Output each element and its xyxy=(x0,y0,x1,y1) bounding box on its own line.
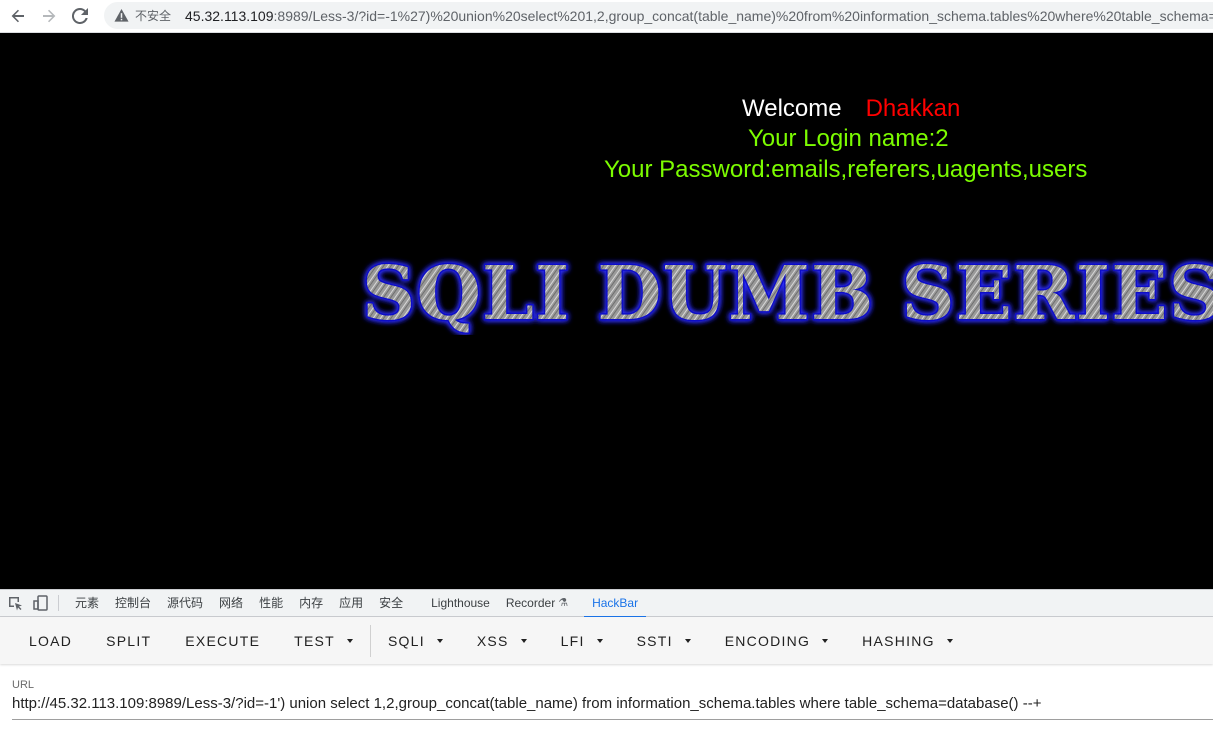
address-bar[interactable]: 不安全 45.32.113.109:8989/Less-3/?id=-1%27)… xyxy=(104,2,1213,29)
url-field-label: URL xyxy=(12,679,35,691)
ssti-label: SSTI xyxy=(636,632,673,649)
user-name: Dhakkan xyxy=(865,95,961,122)
tab-lighthouse[interactable]: Lighthouse xyxy=(423,590,498,617)
tab-divider xyxy=(58,595,59,611)
reload-button[interactable] xyxy=(67,3,93,29)
browser-toolbar: 不安全 45.32.113.109:8989/Less-3/?id=-1%27)… xyxy=(0,0,1213,33)
warning-icon[interactable] xyxy=(114,8,129,24)
tab-console[interactable]: 控制台 xyxy=(107,590,159,617)
device-icon xyxy=(33,595,48,611)
tab-memory[interactable]: 内存 xyxy=(291,590,331,617)
xss-label: XSS xyxy=(476,632,509,649)
caret-down-icon xyxy=(946,638,953,643)
banner-text: SQLI DUMB SERIES xyxy=(362,251,1213,335)
load-button[interactable]: LOAD xyxy=(12,623,89,659)
url-field: URL http://45.32.113.109:8989/Less-3/?id… xyxy=(12,679,1213,720)
split-label: SPLIT xyxy=(106,632,152,649)
execute-button[interactable]: EXECUTE xyxy=(168,623,277,659)
welcome-line: Welcome Dhakkan xyxy=(742,95,960,123)
password-text: Your Password:emails,referers,uagents,us… xyxy=(604,156,1088,183)
login-name-text: Your Login name:2 xyxy=(748,125,949,152)
reload-icon xyxy=(72,8,88,24)
tab-sources[interactable]: 源代码 xyxy=(159,590,211,617)
tab-elements[interactable]: 元素 xyxy=(67,590,107,617)
lfi-label: LFI xyxy=(560,632,585,649)
inspect-element-button[interactable] xyxy=(4,592,26,614)
split-button[interactable]: SPLIT xyxy=(89,623,168,659)
devtools-tabbar: 元素 控制台 源代码 网络 性能 内存 应用 安全 Lighthouse Rec… xyxy=(0,589,1213,618)
tab-security[interactable]: 安全 xyxy=(371,590,411,617)
ssti-dropdown[interactable]: SSTI xyxy=(620,623,708,659)
tab-application[interactable]: 应用 xyxy=(331,590,371,617)
encoding-label: ENCODING xyxy=(724,632,811,649)
welcome-text: Welcome xyxy=(742,95,842,122)
load-label: LOAD xyxy=(29,632,73,649)
caret-down-icon xyxy=(596,638,603,643)
encoding-dropdown[interactable]: ENCODING xyxy=(708,623,845,659)
lfi-dropdown[interactable]: LFI xyxy=(544,623,620,659)
back-button[interactable] xyxy=(5,3,31,29)
caret-down-icon xyxy=(520,638,527,643)
flask-icon: ⚗ xyxy=(558,596,569,609)
caret-down-icon xyxy=(436,638,443,643)
tab-recorder-label: Recorder xyxy=(505,595,556,610)
arrow-left-icon xyxy=(11,9,24,23)
tab-recorder[interactable]: Recorder ⚗ xyxy=(498,590,576,617)
xss-dropdown[interactable]: XSS xyxy=(460,623,544,659)
tab-network[interactable]: 网络 xyxy=(211,590,251,617)
caret-down-icon xyxy=(822,638,829,643)
tab-performance[interactable]: 性能 xyxy=(251,590,291,617)
url-host: 45.32.113.109 xyxy=(185,7,274,24)
inspect-icon xyxy=(9,597,22,611)
test-dropdown[interactable]: TEST xyxy=(277,623,370,659)
hackbar-panel: LOAD SPLIT EXECUTE TEST SQLI XSS LFI SST… xyxy=(0,617,1213,734)
arrow-right-icon xyxy=(43,9,56,23)
forward-button[interactable] xyxy=(36,3,62,29)
security-label[interactable]: 不安全 xyxy=(135,7,171,24)
hashing-label: HASHING xyxy=(862,632,935,649)
sqli-label: SQLI xyxy=(387,632,425,649)
execute-label: EXECUTE xyxy=(185,632,261,649)
device-toolbar-button[interactable] xyxy=(30,592,52,614)
sqli-dumb-series-banner: SQLI DUMB SERIES xyxy=(358,245,1213,336)
url-path: :8989/Less-3/?id=-1%27)%20union%20select… xyxy=(273,7,1213,24)
test-label: TEST xyxy=(294,632,335,649)
hackbar-menu: LOAD SPLIT EXECUTE TEST SQLI XSS LFI SST… xyxy=(0,617,1213,664)
caret-down-icon xyxy=(346,638,353,643)
hashing-dropdown[interactable]: HASHING xyxy=(845,623,970,659)
page-content: Welcome Dhakkan Your Login name:2 Your Pa… xyxy=(0,33,1213,589)
sqli-dropdown[interactable]: SQLI xyxy=(371,623,460,659)
caret-down-icon xyxy=(684,638,691,643)
url-input[interactable]: http://45.32.113.109:8989/Less-3/?id=-1'… xyxy=(12,695,1213,720)
tab-hackbar[interactable]: HackBar xyxy=(584,590,647,618)
